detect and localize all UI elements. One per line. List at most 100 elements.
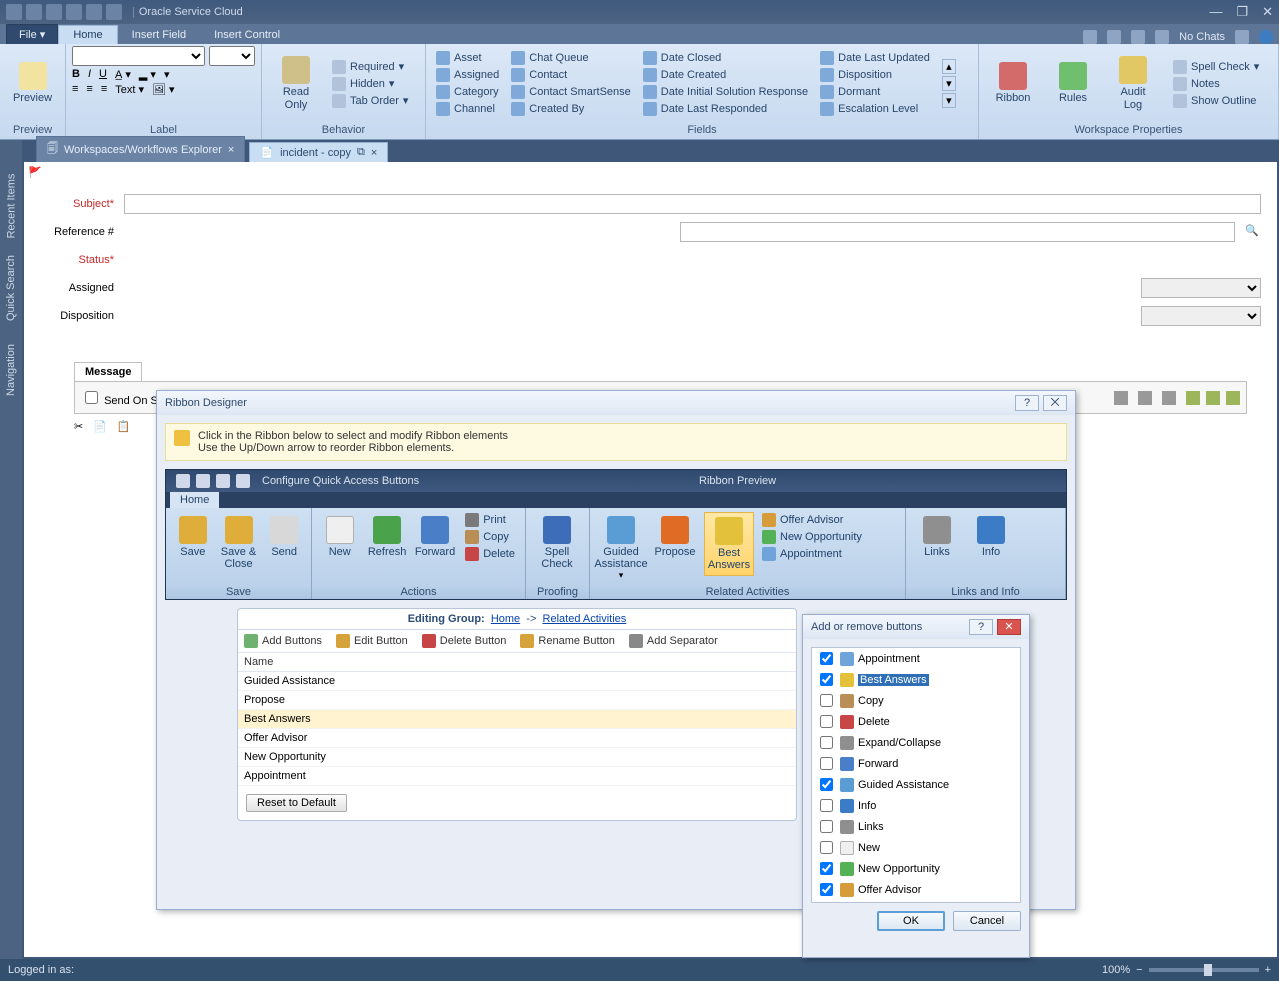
spell-check-button[interactable]: Spell Check ▾ [1169, 59, 1263, 75]
qat-button[interactable] [26, 4, 42, 20]
siderail-quick-search[interactable]: Quick Search [5, 255, 17, 321]
tool-icon[interactable] [1131, 30, 1145, 44]
checkbox[interactable] [820, 883, 833, 896]
print-button[interactable]: Print [461, 512, 519, 528]
add-buttons-button[interactable]: Add Buttons [244, 634, 322, 648]
disposition-select[interactable] [1141, 306, 1261, 326]
list-item[interactable]: Appointment [238, 767, 796, 786]
field-contact-smartsense[interactable]: Contact SmartSense [507, 84, 635, 100]
field-date-created[interactable]: Date Created [639, 67, 812, 83]
field-date-last-updated[interactable]: Date Last Updated [816, 50, 934, 66]
delete-button-button[interactable]: Delete Button [422, 634, 507, 648]
field-category[interactable]: Category [432, 84, 503, 100]
field-created-by[interactable]: Created By [507, 101, 635, 117]
zoom-in-icon[interactable]: + [1265, 964, 1271, 976]
help-button[interactable]: ? [1015, 395, 1039, 411]
field-asset[interactable]: Asset [432, 50, 503, 66]
checklist-row[interactable]: Print [812, 900, 1020, 903]
align-center-button[interactable]: ≡ [86, 83, 92, 96]
chat-icon[interactable] [1235, 30, 1249, 44]
zoom-out-icon[interactable]: − [1136, 964, 1142, 976]
align-right-button[interactable]: ≡ [101, 83, 107, 96]
siderail-recent-items[interactable]: Recent Items [5, 174, 17, 239]
fields-more[interactable]: ▾ [942, 93, 956, 108]
info-button[interactable]: Info [966, 512, 1016, 562]
preview-button[interactable]: Preview [6, 51, 59, 117]
links-button[interactable]: Links [912, 512, 962, 562]
tool-icon[interactable] [1107, 30, 1121, 44]
field-dormant[interactable]: Dormant [816, 84, 934, 100]
field-date-closed[interactable]: Date Closed [639, 50, 812, 66]
breadcrumb-home[interactable]: Home [491, 613, 520, 625]
copy-button[interactable]: Copy [461, 529, 519, 545]
preview-home-tab[interactable]: Home [170, 492, 219, 508]
forward-button[interactable]: Forward [413, 512, 457, 562]
checkbox[interactable] [820, 673, 833, 686]
checkbox[interactable] [820, 652, 833, 665]
best-answers-button[interactable]: Best Answers [704, 512, 754, 576]
checkbox[interactable] [820, 694, 833, 707]
refresh-button[interactable]: Refresh [365, 512, 408, 562]
label-size-select[interactable] [209, 46, 255, 66]
hidden-button[interactable]: Hidden ▾ [328, 76, 412, 92]
add-separator-button[interactable]: Add Separator [629, 634, 718, 648]
breadcrumb-related-activities[interactable]: Related Activities [543, 613, 627, 625]
add-icon[interactable] [1186, 391, 1200, 405]
field-disposition[interactable]: Disposition [816, 67, 934, 83]
tab-insert-control[interactable]: Insert Control [200, 26, 294, 44]
spell-check-button[interactable]: Spell Check [532, 512, 582, 574]
save-icon[interactable] [196, 474, 210, 488]
new-opportunity-button[interactable]: New Opportunity [758, 529, 866, 545]
audit-log-button[interactable]: Audit Log [1105, 51, 1161, 117]
show-outline-button[interactable]: Show Outline [1169, 93, 1263, 109]
checklist-row[interactable]: Best Answers [812, 669, 1020, 690]
doc-tab-incident[interactable]: 📄 incident - copy ⧉ × [249, 142, 388, 162]
help-icon[interactable] [1259, 30, 1273, 44]
checklist-row[interactable]: Guided Assistance [812, 774, 1020, 795]
more-button[interactable]: ▾ [164, 68, 170, 81]
notes-button[interactable]: Notes [1169, 76, 1263, 92]
cut-icon[interactable]: ✂ [74, 420, 83, 433]
checklist-row[interactable]: Copy [812, 690, 1020, 711]
more-icon[interactable] [1226, 391, 1240, 405]
checkbox[interactable] [820, 841, 833, 854]
subject-input[interactable] [124, 194, 1261, 214]
font-color-button[interactable]: A̲ ▾ [115, 68, 131, 81]
messages-tab[interactable]: Message [74, 362, 142, 381]
minimize-icon[interactable]: — [1209, 4, 1222, 20]
search-icon[interactable]: 🔍 [1245, 224, 1261, 240]
key-icon[interactable] [1083, 30, 1097, 44]
bold-button[interactable]: B [72, 68, 80, 81]
tab-home[interactable]: Home [58, 25, 117, 44]
required-button[interactable]: Required ▾ [328, 59, 412, 75]
checkbox[interactable] [820, 778, 833, 791]
send-on-save-checkbox[interactable]: Send On S [81, 388, 158, 407]
image-button[interactable]: 🖼 ▾ [152, 83, 175, 96]
ribbon-button[interactable]: Ribbon [985, 51, 1041, 117]
delete-button[interactable]: Delete [461, 546, 519, 562]
tool-icon[interactable] [1114, 391, 1128, 405]
new-button[interactable]: New [318, 512, 361, 562]
checklist-row[interactable]: New [812, 837, 1020, 858]
rules-button[interactable]: Rules [1045, 51, 1101, 117]
checkbox[interactable] [820, 799, 833, 812]
field-date-initial-solution[interactable]: Date Initial Solution Response [639, 84, 812, 100]
close-tab-icon[interactable]: × [371, 147, 377, 159]
copy-icon[interactable]: 📄 [93, 420, 107, 433]
checklist-row[interactable]: Appointment [812, 648, 1020, 669]
underline-button[interactable]: U [99, 68, 107, 81]
checklist-row[interactable]: Offer Advisor [812, 879, 1020, 900]
list-item[interactable]: Propose [238, 691, 796, 710]
save-icon[interactable] [216, 474, 230, 488]
doc-tab-explorer[interactable]: 🗐 Workspaces/Workflows Explorer × [36, 136, 245, 162]
field-channel[interactable]: Channel [432, 101, 503, 117]
send-button[interactable]: Send [263, 512, 305, 562]
checkbox[interactable] [820, 820, 833, 833]
reset-default-button[interactable]: Reset to Default [246, 794, 347, 812]
list-item[interactable]: Best Answers [238, 710, 796, 729]
assigned-select[interactable] [1141, 278, 1261, 298]
rename-button-button[interactable]: Rename Button [520, 634, 614, 648]
text-dropdown[interactable]: Text ▾ [115, 83, 144, 96]
italic-button[interactable]: I [88, 68, 91, 81]
save-close-button[interactable]: Save & Close [218, 512, 260, 574]
